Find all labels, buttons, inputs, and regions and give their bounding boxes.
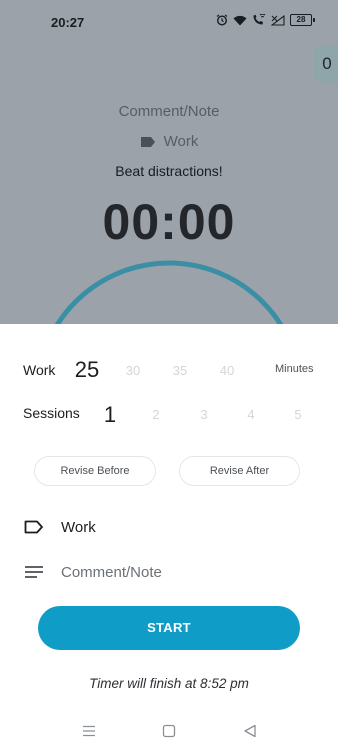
background-quote: Beat distractions! xyxy=(115,163,223,179)
side-tab-count[interactable]: 0 xyxy=(314,45,338,83)
label-icon xyxy=(140,136,155,147)
work-selected-value[interactable]: 25 xyxy=(71,357,103,383)
wifi-calling-icon xyxy=(253,14,266,25)
work-label: Work xyxy=(23,362,56,378)
note-row[interactable]: Comment/Note xyxy=(0,557,338,587)
background-note: Comment/Note xyxy=(118,103,220,120)
status-icons: 28 xyxy=(216,14,315,26)
sessions-label: Sessions xyxy=(23,405,80,421)
notes-icon xyxy=(24,562,44,582)
tag-value: Work xyxy=(61,518,96,536)
label-icon xyxy=(24,517,44,537)
work-option[interactable]: 40 xyxy=(212,363,242,378)
menu-icon[interactable] xyxy=(79,721,99,741)
background-tag-label: Work xyxy=(163,133,199,150)
sessions-option[interactable]: 4 xyxy=(236,407,266,422)
tag-row[interactable]: Work xyxy=(0,512,338,542)
sessions-selected-value[interactable]: 1 xyxy=(95,402,125,428)
revise-before-button[interactable]: Revise Before xyxy=(34,456,156,486)
status-bar: 20:27 28 xyxy=(0,0,338,44)
background-timer-display: 00:00 xyxy=(102,194,236,250)
home-icon[interactable] xyxy=(159,721,179,741)
finish-time-text: Timer will finish at 8:52 pm xyxy=(89,676,249,691)
start-button[interactable]: START xyxy=(38,606,300,650)
sessions-option[interactable]: 2 xyxy=(141,407,171,422)
status-time: 20:27 xyxy=(51,15,85,30)
signal-off-icon xyxy=(271,14,285,26)
work-option[interactable]: 35 xyxy=(165,363,195,378)
work-picker[interactable]: Work 25 30 35 40 Minutes xyxy=(0,354,338,384)
sessions-option[interactable]: 3 xyxy=(189,407,219,422)
sessions-picker[interactable]: Sessions 1 2 3 4 5 xyxy=(0,398,338,428)
sessions-option[interactable]: 5 xyxy=(283,407,313,422)
note-input[interactable]: Comment/Note xyxy=(61,564,162,581)
wifi-icon xyxy=(233,15,247,25)
work-option[interactable]: 30 xyxy=(118,363,148,378)
background-timer-screen: 20:27 28 0 Comment/Note Work Beat distra… xyxy=(0,0,338,324)
battery-icon: 28 xyxy=(290,14,315,26)
minutes-unit-label: Minutes xyxy=(275,363,314,375)
progress-ring xyxy=(54,260,284,324)
background-tag: Work xyxy=(0,133,338,150)
alarm-icon xyxy=(216,14,228,26)
revise-after-button[interactable]: Revise After xyxy=(179,456,300,486)
back-icon[interactable] xyxy=(240,721,260,741)
navigation-bar xyxy=(0,712,338,750)
